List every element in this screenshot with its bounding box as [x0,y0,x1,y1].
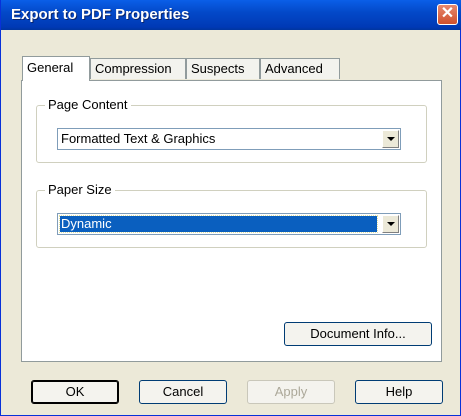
page-content-value: Formatted Text & Graphics [61,131,216,146]
paper-size-group: Paper Size Dynamic [36,182,427,248]
paper-size-label: Paper Size [45,182,115,197]
page-content-label: Page Content [45,97,131,112]
cancel-button[interactable]: Cancel [139,380,227,404]
window-title: Export to PDF Properties [11,6,190,23]
paper-size-value: Dynamic [59,215,378,233]
page-content-group: Page Content Formatted Text & Graphics [36,97,427,163]
page-content-select[interactable]: Formatted Text & Graphics [57,128,401,150]
document-info-button[interactable]: Document Info... [284,322,432,346]
close-icon: ✕ [440,5,455,22]
paper-size-dropdown-button[interactable] [382,215,399,233]
tab-compression[interactable]: Compression [90,58,186,79]
general-tab-panel: Page Content Formatted Text & Graphics P… [21,80,442,362]
tab-general[interactable]: General [22,56,90,81]
tab-advanced[interactable]: Advanced [260,58,340,79]
export-pdf-dialog: Export to PDF Properties ✕ General Compr… [0,0,461,416]
paper-size-select[interactable]: Dynamic [57,213,401,235]
chevron-down-icon [387,222,395,226]
page-content-dropdown-button[interactable] [382,130,399,148]
close-button[interactable]: ✕ [437,4,458,25]
tab-suspects[interactable]: Suspects [186,58,260,79]
apply-button[interactable]: Apply [247,380,335,404]
title-bar[interactable]: Export to PDF Properties ✕ [1,0,461,30]
help-button[interactable]: Help [355,380,443,404]
chevron-down-icon [387,137,395,141]
ok-button[interactable]: OK [31,380,119,404]
